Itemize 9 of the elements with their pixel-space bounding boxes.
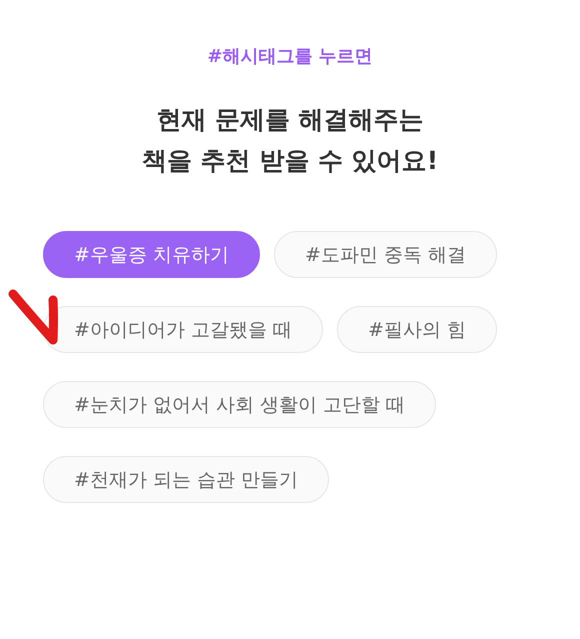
hashtag-chip[interactable]: #도파민 중독 해결 [274,231,497,278]
headline-text: 책을 추천 받을 수 있어요! [140,145,440,177]
eyebrow-text: #해시태그를 누르면 [206,45,374,69]
hashtag-chip[interactable]: #우울증 치유하기 [43,231,260,278]
headline-text: 현재 문제를 해결해주는 [155,104,425,136]
hashtag-chip[interactable]: #아이디어가 고갈됐을 때 [43,306,323,353]
hashtag-chip[interactable]: #천재가 되는 습관 만들기 [43,456,330,503]
hashtag-chip[interactable]: #눈치가 없어서 사회 생활이 고단할 때 [43,381,436,428]
hashtag-chip[interactable]: #필사의 힘 [337,306,497,353]
